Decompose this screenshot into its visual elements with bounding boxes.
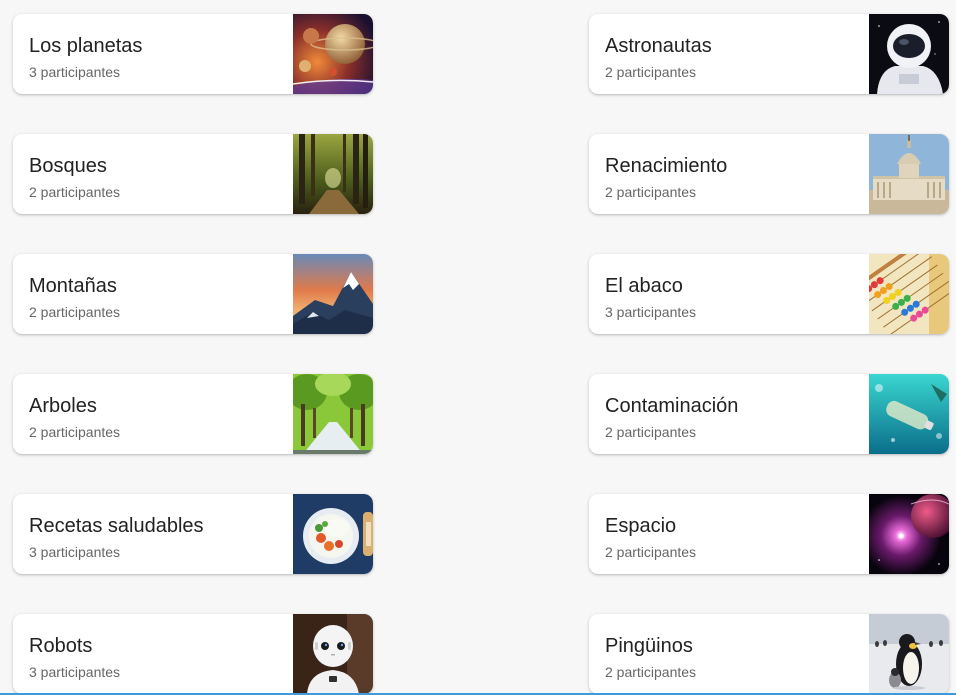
card-text: Contaminación 2 participantes — [605, 394, 865, 440]
card-participants: 3 participantes — [605, 304, 697, 320]
card-title: Bosques — [29, 155, 107, 177]
topic-card-renacimiento[interactable]: Renacimiento 2 participantes — [589, 134, 949, 214]
topic-card-espacio[interactable]: Espacio 2 participantes — [589, 494, 949, 574]
card-text: El abaco 3 participantes — [605, 274, 865, 320]
topic-card-pinguinos[interactable]: Pingüinos 2 participantes — [589, 614, 949, 694]
card-participants: 2 participantes — [605, 424, 697, 440]
topic-card-montanas[interactable]: Montañas 2 participantes — [13, 254, 373, 334]
tree-avenue-image — [293, 374, 373, 454]
healthy-food-image — [293, 494, 373, 574]
card-title: Astronautas — [605, 35, 712, 57]
card-participants: 3 participantes — [29, 664, 121, 680]
astronaut-image — [869, 14, 949, 94]
card-title: Espacio — [605, 515, 677, 537]
robot-image — [293, 614, 373, 694]
card-title: Arboles — [29, 395, 97, 417]
topic-grid: Los planetas 3 participantes Astronautas… — [13, 14, 949, 694]
basilica-image — [869, 134, 949, 214]
penguins-image — [869, 614, 949, 694]
planets-image — [293, 14, 373, 94]
card-title: Robots — [29, 635, 93, 657]
card-participants: 2 participantes — [29, 184, 121, 200]
card-participants: 2 participantes — [605, 184, 697, 200]
mountain-image — [293, 254, 373, 334]
forest-path-image — [293, 134, 373, 214]
topic-card-robots[interactable]: Robots 3 participantes — [13, 614, 373, 694]
card-participants: 2 participantes — [605, 64, 697, 80]
card-text: Renacimiento 2 participantes — [605, 154, 865, 200]
card-participants: 2 participantes — [29, 304, 121, 320]
card-text: Los planetas 3 participantes — [29, 34, 289, 80]
card-text: Arboles 2 participantes — [29, 394, 289, 440]
card-participants: 3 participantes — [29, 544, 121, 560]
card-text: Astronautas 2 participantes — [605, 34, 865, 80]
card-text: Bosques 2 participantes — [29, 154, 289, 200]
card-participants: 2 participantes — [605, 664, 697, 680]
space-nebula-image — [869, 494, 949, 574]
card-title: Renacimiento — [605, 155, 728, 177]
card-title: Montañas — [29, 275, 117, 297]
card-text: Espacio 2 participantes — [605, 514, 865, 560]
card-text: Montañas 2 participantes — [29, 274, 289, 320]
card-text: Robots 3 participantes — [29, 634, 289, 680]
topic-card-contaminacion[interactable]: Contaminación 2 participantes — [589, 374, 949, 454]
topic-card-los-planetas[interactable]: Los planetas 3 participantes — [13, 14, 373, 94]
topics-page: Los planetas 3 participantes Astronautas… — [0, 0, 956, 695]
topic-card-astronautas[interactable]: Astronautas 2 participantes — [589, 14, 949, 94]
ocean-pollution-image — [869, 374, 949, 454]
card-title: Contaminación — [605, 395, 739, 417]
card-title: Los planetas — [29, 35, 143, 57]
card-title: Pingüinos — [605, 635, 693, 657]
card-participants: 3 participantes — [29, 64, 121, 80]
topic-card-bosques[interactable]: Bosques 2 participantes — [13, 134, 373, 214]
topic-card-el-abaco[interactable]: El abaco 3 participantes — [589, 254, 949, 334]
card-text: Pingüinos 2 participantes — [605, 634, 865, 680]
card-text: Recetas saludables 3 participantes — [29, 514, 289, 560]
topic-card-recetas-saludables[interactable]: Recetas saludables 3 participantes — [13, 494, 373, 574]
topic-card-arboles[interactable]: Arboles 2 participantes — [13, 374, 373, 454]
card-title: El abaco — [605, 275, 683, 297]
card-participants: 2 participantes — [29, 424, 121, 440]
abacus-image — [869, 254, 949, 334]
card-title: Recetas saludables — [29, 515, 204, 537]
card-participants: 2 participantes — [605, 544, 697, 560]
